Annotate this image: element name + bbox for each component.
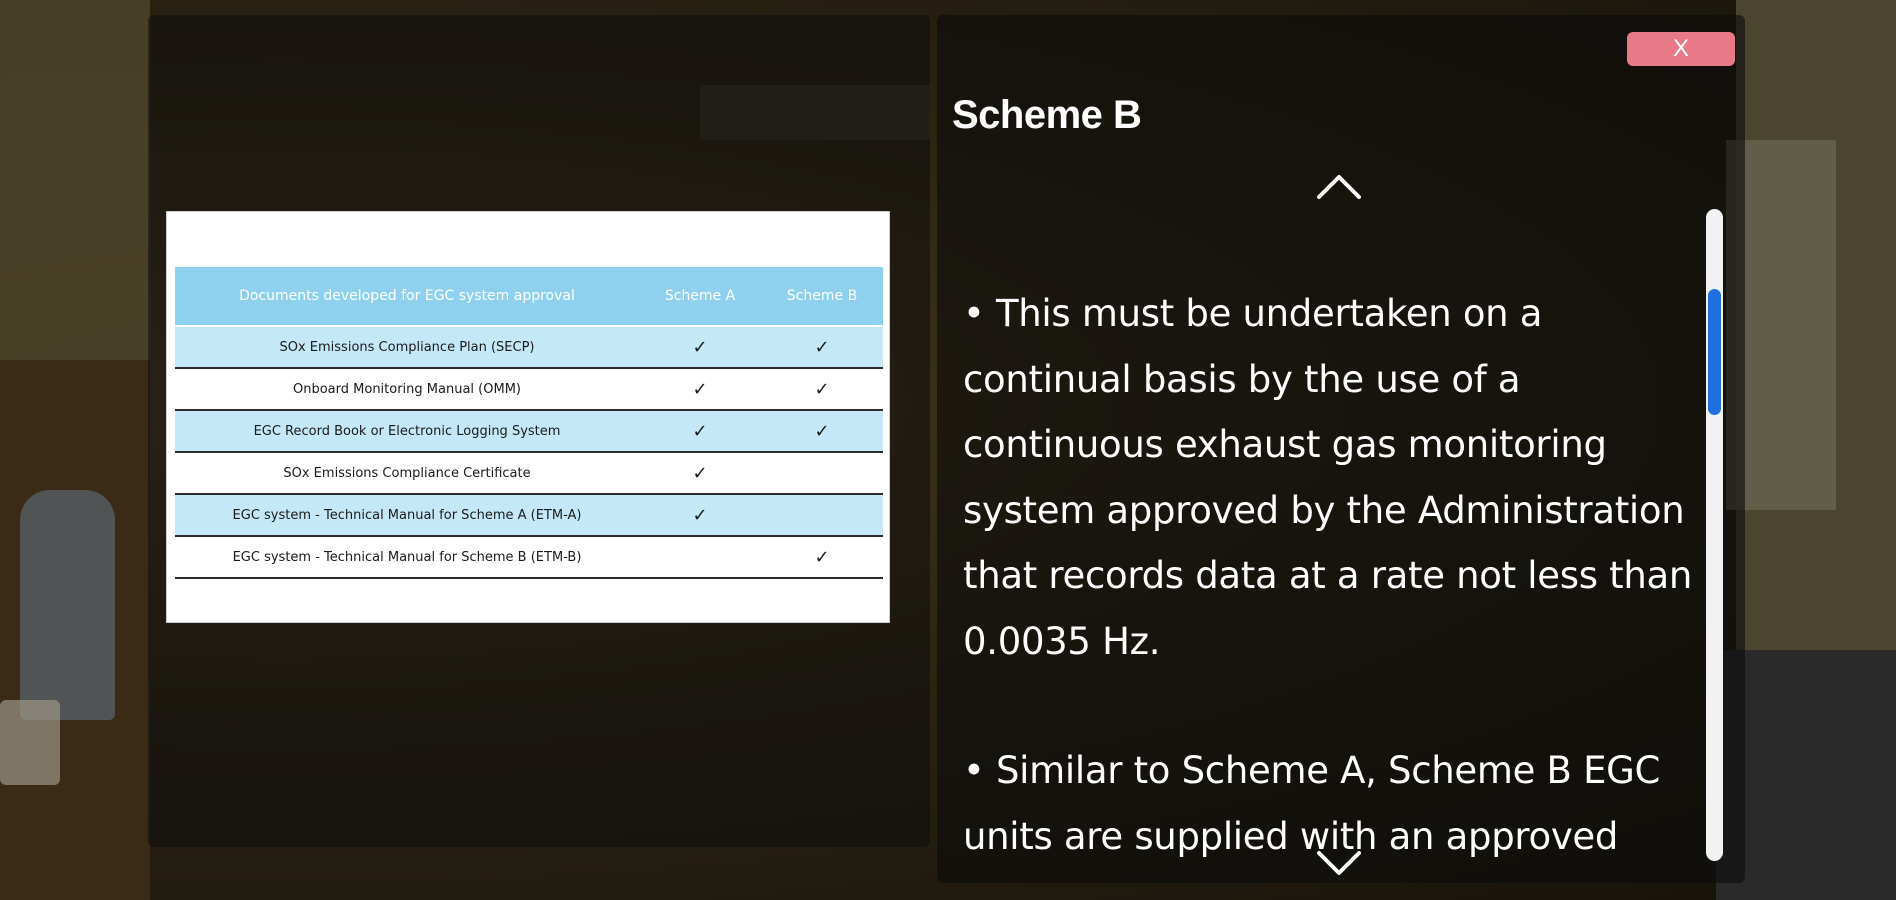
table-cell-scheme-b: ✓ <box>761 325 883 368</box>
image-panel: Documents developed for EGC system appro… <box>148 15 930 847</box>
table-row: SOx Emissions Compliance Certificate ✓ <box>175 451 883 494</box>
table-cell-scheme-b <box>761 493 883 536</box>
table-cell-scheme-a: ✓ <box>639 325 761 368</box>
background-cup <box>0 700 60 785</box>
scrollbar-thumb[interactable] <box>1708 289 1721 415</box>
content-paragraph: • This must be undertaken on a continual… <box>963 292 1693 663</box>
table-cell-scheme-b: ✓ <box>761 367 883 410</box>
table-header-row: Documents developed for EGC system appro… <box>175 267 883 327</box>
table-row: EGC system - Technical Manual for Scheme… <box>175 493 883 536</box>
table-cell-document: Onboard Monitoring Manual (OMM) <box>175 367 639 410</box>
table-cell-scheme-a: ✓ <box>639 493 761 536</box>
scrollable-content[interactable]: • This must be undertaken on a continual… <box>963 281 1703 857</box>
panel-title: Scheme B <box>952 93 1142 137</box>
table-cell-scheme-a: ✓ <box>639 367 761 410</box>
table-cell-document: EGC system - Technical Manual for Scheme… <box>175 493 639 536</box>
table-row: Onboard Monitoring Manual (OMM) ✓ ✓ <box>175 367 883 410</box>
document-table-image: Documents developed for EGC system appro… <box>166 211 890 623</box>
table-row: EGC Record Book or Electronic Logging Sy… <box>175 409 883 452</box>
content-paragraph: • Similar to Scheme A, Scheme B EGC unit… <box>963 749 1661 857</box>
table-cell-scheme-b <box>761 451 883 494</box>
background-wall <box>0 0 150 360</box>
egc-documents-table: Documents developed for EGC system appro… <box>175 267 883 579</box>
table-row: EGC system - Technical Manual for Scheme… <box>175 535 883 579</box>
background-bottle <box>20 490 115 720</box>
table-header-documents: Documents developed for EGC system appro… <box>175 267 639 327</box>
table-cell-scheme-b: ✓ <box>761 409 883 452</box>
info-panel: X Scheme B • This must be undertaken on … <box>937 15 1745 883</box>
table-cell-scheme-b: ✓ <box>761 535 883 579</box>
table-cell-scheme-a <box>639 535 761 579</box>
table-cell-document: EGC Record Book or Electronic Logging Sy… <box>175 409 639 452</box>
table-cell-document: SOx Emissions Compliance Certificate <box>175 451 639 494</box>
table-row: SOx Emissions Compliance Plan (SECP) ✓ ✓ <box>175 325 883 368</box>
table-cell-document: EGC system - Technical Manual for Scheme… <box>175 535 639 579</box>
table-cell-document: SOx Emissions Compliance Plan (SECP) <box>175 325 639 368</box>
table-cell-scheme-a: ✓ <box>639 451 761 494</box>
chevron-down-icon[interactable] <box>1309 845 1369 885</box>
scene-background: Documents developed for EGC system appro… <box>0 0 1896 900</box>
table-header-scheme-b: Scheme B <box>761 267 883 327</box>
chevron-up-icon[interactable] <box>1309 165 1369 205</box>
scrollbar[interactable] <box>1706 209 1723 861</box>
table-cell-scheme-a: ✓ <box>639 409 761 452</box>
table-header-scheme-a: Scheme A <box>639 267 761 327</box>
close-button[interactable]: X <box>1627 32 1735 66</box>
